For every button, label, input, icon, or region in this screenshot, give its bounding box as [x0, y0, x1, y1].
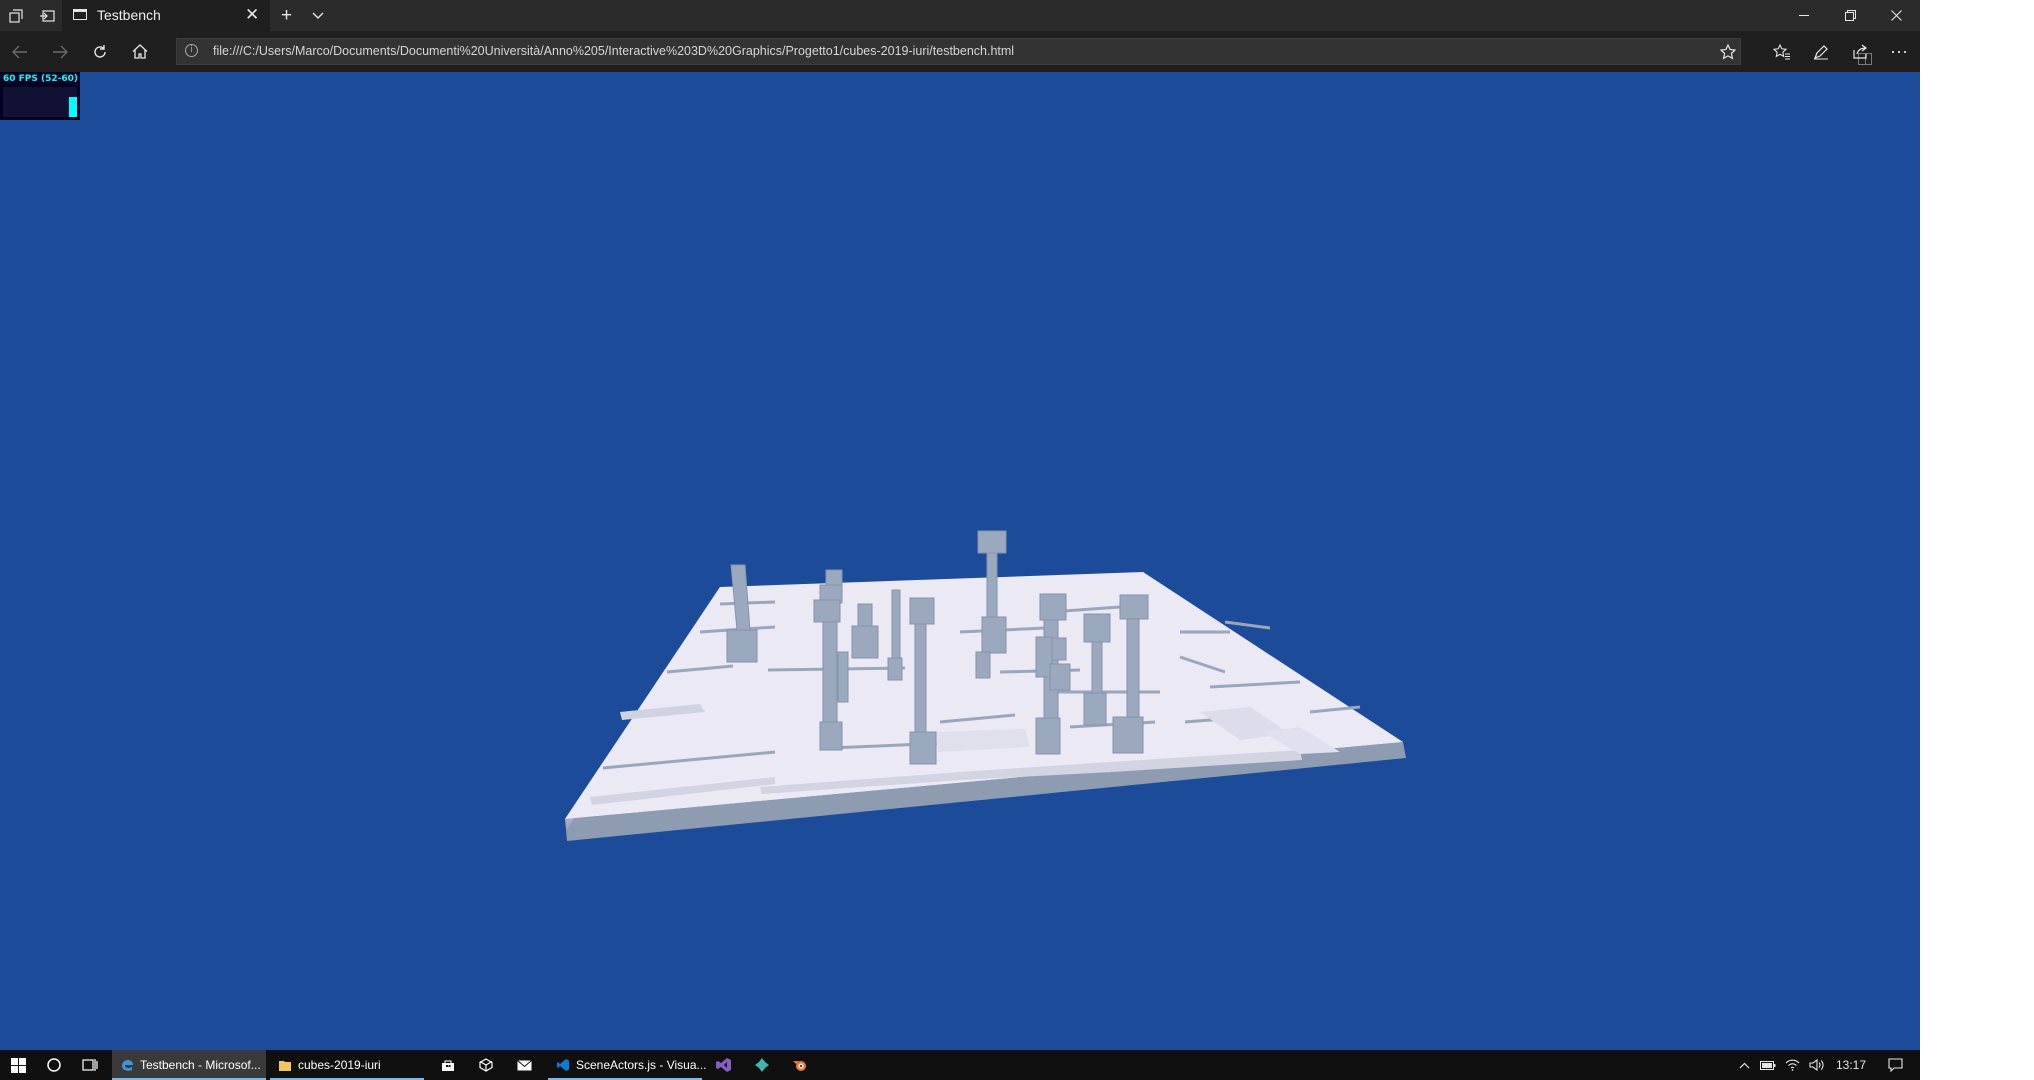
visual-studio-icon[interactable]: [708, 1050, 740, 1080]
page-icon: [73, 9, 87, 20]
back-button[interactable]: [0, 31, 40, 72]
web-canvas[interactable]: 60 FPS (52-60): [0, 72, 1920, 1050]
site-info-icon[interactable]: i: [185, 44, 198, 57]
desktop-margin: [1920, 0, 2034, 1080]
tab-title: Testbench: [97, 7, 161, 23]
address-bar: i file:///C:/Users/Marco/Documents/Docum…: [0, 31, 1920, 72]
show-hidden-icons-icon[interactable]: [1733, 1050, 1755, 1080]
pen-icon[interactable]: [1802, 31, 1840, 72]
restore-button[interactable]: [1827, 0, 1873, 31]
tab-testbench[interactable]: Testbench ✕: [62, 0, 270, 31]
wifi-icon[interactable]: [1781, 1050, 1803, 1080]
fps-graph: [3, 87, 77, 117]
set-aside-tabs-icon[interactable]: [31, 0, 62, 31]
folder-icon: [279, 1061, 291, 1071]
favorite-star-icon[interactable]: [1709, 31, 1747, 72]
edge-icon: [122, 1060, 133, 1071]
unity-icon[interactable]: [470, 1050, 502, 1080]
battery-icon[interactable]: [1757, 1050, 1779, 1080]
app-icon[interactable]: [746, 1050, 778, 1080]
taskbar-item-explorer[interactable]: cubes-2019-iuri: [270, 1050, 424, 1080]
mail-icon[interactable]: [508, 1050, 540, 1080]
taskbar-item-edge[interactable]: Testbench - Microsof...: [112, 1050, 266, 1080]
close-window-button[interactable]: [1873, 0, 1919, 31]
taskbar-label: Testbench - Microsof...: [140, 1058, 261, 1072]
refresh-button[interactable]: [80, 31, 120, 72]
favorites-icon[interactable]: [1763, 31, 1801, 72]
home-button[interactable]: [120, 31, 160, 72]
3d-scene[interactable]: [0, 72, 1920, 1050]
volume-icon[interactable]: [1805, 1050, 1827, 1080]
store-icon[interactable]: [432, 1050, 464, 1080]
pillar-base: [726, 629, 758, 663]
more-icon[interactable]: ···: [1880, 31, 1918, 72]
taskbar-label: cubes-2019-iuri: [298, 1058, 381, 1072]
taskbar: Testbench - Microsof... cubes-2019-iuri …: [0, 1050, 1920, 1080]
taskbar-label: SceneActors.js - Visua...: [576, 1058, 707, 1072]
minimize-button[interactable]: [1781, 0, 1827, 31]
tab-close-icon[interactable]: ✕: [245, 5, 259, 25]
taskbar-item-vscode[interactable]: SceneActors.js - Visua...: [548, 1050, 707, 1080]
screen: Testbench ✕ + i file:///C:/Users/Marco/D…: [0, 0, 1920, 1080]
fps-stats-panel[interactable]: 60 FPS (52-60): [0, 72, 80, 120]
share-icon[interactable]: [1841, 31, 1879, 72]
clock[interactable]: 13:17: [1829, 1050, 1873, 1080]
tab-list-chevron-icon[interactable]: [302, 0, 333, 31]
blender-icon[interactable]: [784, 1050, 816, 1080]
task-view-icon[interactable]: [72, 1050, 108, 1080]
address-field[interactable]: i file:///C:/Users/Marco/Documents/Docum…: [176, 38, 1872, 65]
vscode-icon: [557, 1059, 569, 1071]
url-text[interactable]: file:///C:/Users/Marco/Documents/Documen…: [213, 44, 1014, 58]
tab-preview-icon[interactable]: [0, 0, 31, 31]
fps-text: 60 FPS (52-60): [3, 74, 79, 84]
cortana-icon[interactable]: [36, 1050, 72, 1080]
tab-bar: Testbench ✕ +: [0, 0, 1920, 31]
new-tab-icon[interactable]: +: [271, 0, 302, 31]
forward-button[interactable]: [40, 31, 80, 72]
windows-start-icon[interactable]: [0, 1050, 36, 1080]
action-center-icon[interactable]: [1875, 1050, 1915, 1080]
